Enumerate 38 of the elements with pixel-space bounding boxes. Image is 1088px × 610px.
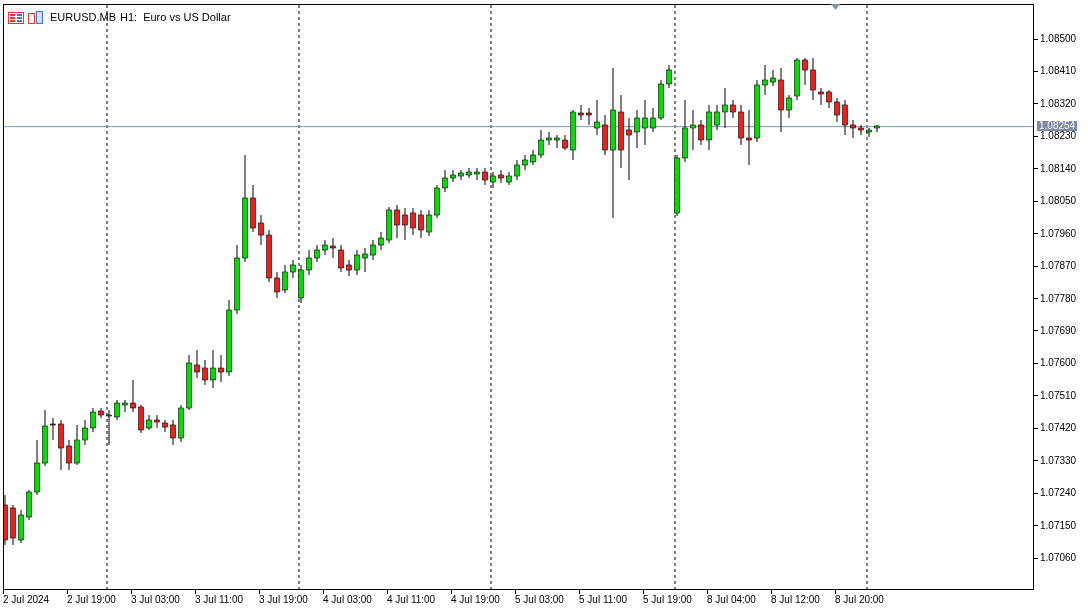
price-label: 1.07150 [1040,520,1077,531]
time-label: 4 Jul 19:00 [451,594,500,606]
price-label: 1.07960 [1040,228,1077,239]
time-label: 3 Jul 19:00 [259,594,308,606]
price-label: 1.07420 [1040,423,1077,434]
price-label: 1.07780 [1040,293,1077,304]
time-label: 5 Jul 11:00 [579,594,628,606]
price-label: 1.08500 [1040,34,1077,44]
time-label: 3 Jul 03:00 [131,594,180,606]
time-label: 2 Jul 19:00 [67,594,116,606]
time-label: 4 Jul 03:00 [323,594,372,606]
price-label: 1.08320 [1040,98,1077,109]
price-label: 1.08230 [1040,131,1077,142]
chart-description: Euro vs US Dollar [143,12,231,23]
chart-timeframe: H1: [120,12,138,23]
time-label: 8 Jul 12:00 [771,594,820,606]
time-label: 5 Jul 19:00 [643,594,692,606]
price-label: 1.07510 [1040,390,1077,401]
bar-chart-icon [28,11,44,24]
time-label: 5 Jul 03:00 [515,594,564,606]
price-label: 1.07690 [1040,325,1077,336]
price-label: 1.07060 [1040,553,1077,564]
price-label: 1.08140 [1040,163,1077,174]
time-label: 3 Jul 11:00 [195,594,244,606]
time-label: 8 Jul 20:00 [835,594,884,606]
price-label: 1.08410 [1040,66,1077,77]
shift-marker-icon [831,4,840,10]
chart-window-icon [8,11,24,24]
chart-symbol: EURUSD.MB [50,12,116,23]
price-label: 1.07240 [1040,488,1077,499]
price-label: 1.07330 [1040,455,1077,466]
price-label: 1.08050 [1040,196,1077,207]
current-price-label: 1.08254 [1037,120,1078,131]
time-label: 4 Jul 11:00 [387,594,436,606]
time-label: 2 Jul 2024 [3,594,50,606]
time-label: 8 Jul 04:00 [707,594,756,606]
price-label: 1.07600 [1040,358,1077,369]
price-label: 1.07870 [1040,261,1077,272]
